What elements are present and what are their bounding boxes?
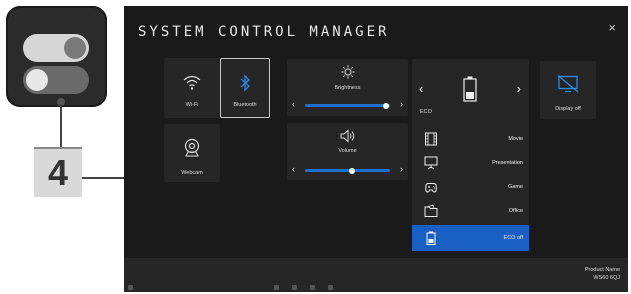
status-bar: Product Name WS60 6QJ [124,258,628,292]
close-button[interactable]: × [608,20,616,35]
display-off-tile[interactable]: Display off [540,61,596,119]
speaker-icon [340,129,354,143]
brightness-label: Brightness [334,85,361,91]
taskbar-app-icon[interactable] [292,285,297,290]
volume-increase-button[interactable]: › [400,164,403,174]
mode-eco-off[interactable]: ECO off [412,225,529,251]
volume-decrease-button[interactable]: ‹ [292,164,295,174]
taskbar-app-icon[interactable] [328,285,333,290]
bluetooth-icon [240,74,250,92]
brightness-slider[interactable] [305,102,390,109]
callout-line [60,104,62,148]
webcam-label: Webcam [181,170,203,176]
volume-slider-thumb[interactable] [348,167,355,174]
system-control-manager-window: SYSTEM CONTROL MANAGER × Wi-Fi Bluetooth… [124,6,628,292]
taskbar-app-icon[interactable] [274,285,279,290]
presentation-icon [424,156,438,170]
volume-label: Volume [338,148,357,154]
mode-presentation[interactable]: Presentation [412,151,529,175]
bluetooth-label: Bluetooth [233,102,257,108]
battery-icon [426,231,436,245]
toggle-off-icon [23,66,89,94]
eco-next-button[interactable]: › [517,81,521,96]
bluetooth-tile[interactable]: Bluetooth [220,58,270,118]
brightness-increase-button[interactable]: › [400,99,403,109]
eco-label: ECO [420,109,432,115]
toggle-on-icon [23,34,89,62]
display-off-icon [557,75,579,93]
mode-movie-label: Movie [508,136,523,142]
volume-slider[interactable] [305,167,390,174]
eco-mode-panel: ‹ › ECO Movie Presentation Game Office E… [412,59,529,251]
product-name-label: Product Name [584,267,620,273]
brightness-slider-thumb[interactable] [382,102,389,109]
folder-icon [424,204,438,217]
display-off-label: Display off [555,106,581,112]
webcam-icon [184,138,200,157]
window-title: SYSTEM CONTROL MANAGER [138,24,390,40]
wifi-label: Wi-Fi [185,102,199,108]
taskbar [124,282,354,292]
mode-office-label: Office [508,208,523,214]
system-control-manager-app-icon[interactable] [6,6,107,107]
mode-game-label: Game [508,184,523,190]
volume-tile: Volume ‹ › [287,123,408,180]
start-icon[interactable] [128,285,133,290]
brightness-tile: Brightness ‹ › [287,59,408,116]
mode-office[interactable]: Office [412,199,529,223]
callout-number: 4 [34,147,82,197]
wifi-icon [183,75,201,90]
product-info: Product Name WS60 6QJ [585,266,620,282]
battery-icon [463,76,477,102]
taskbar-app-icon[interactable] [310,285,315,290]
wifi-tile[interactable]: Wi-Fi [164,58,220,118]
mode-presentation-label: Presentation [492,160,523,166]
product-model: WS60 6QJ [593,275,620,281]
brightness-decrease-button[interactable]: ‹ [292,99,295,109]
mode-game[interactable]: Game [412,175,529,199]
mode-movie[interactable]: Movie [412,127,529,151]
film-icon [425,132,437,146]
webcam-tile[interactable]: Webcam [164,124,220,182]
eco-previous-button[interactable]: ‹ [419,81,423,96]
gamepad-icon [425,183,437,193]
mode-eco-off-label: ECO off [503,235,523,241]
brightness-icon [341,65,354,79]
